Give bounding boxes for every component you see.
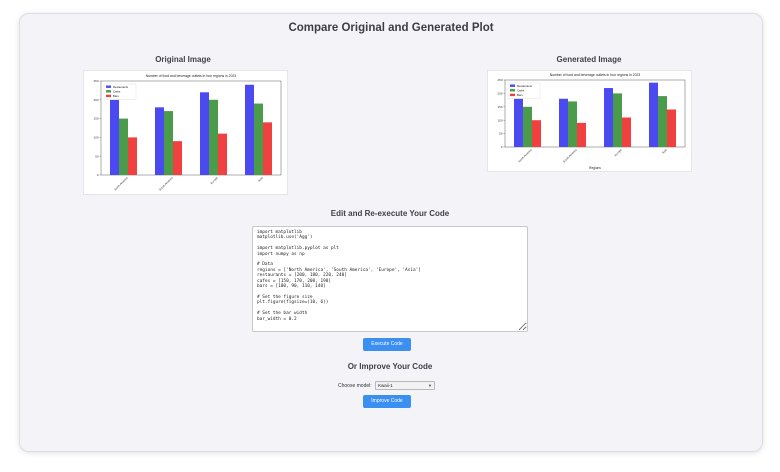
- bar-bars: [173, 141, 182, 175]
- y-tick-label: 250: [93, 79, 98, 83]
- bar-restaurants: [559, 98, 568, 147]
- y-tick-label: 150: [93, 117, 98, 121]
- generated-plot-image: Number of food and beverage outlets in f…: [487, 70, 692, 172]
- chart-title: Number of food and beverage outlets in f…: [550, 73, 641, 77]
- bar-bars: [218, 133, 227, 175]
- bar-bars: [577, 122, 586, 147]
- bar-cafes: [209, 99, 218, 175]
- legend-entry: Cafes: [517, 88, 525, 92]
- bar-restaurants: [200, 92, 209, 175]
- bar-bars: [667, 109, 676, 147]
- legend-entry: Bars: [517, 93, 523, 97]
- x-tick-label: Europe: [209, 176, 219, 186]
- improve-code-button[interactable]: Improve Code: [363, 395, 411, 408]
- legend-entry: Restaurants: [517, 84, 533, 88]
- legend-entry: Bars: [113, 94, 119, 98]
- y-tick-label: 0: [97, 173, 99, 177]
- bar-cafes: [164, 111, 173, 175]
- y-tick-label: 100: [497, 118, 502, 122]
- bar-cafes: [658, 96, 667, 147]
- compare-card: Compare Original and Generated Plot Orig…: [19, 13, 763, 452]
- x-tick-label: Asia: [257, 176, 264, 183]
- y-tick-label: 50: [499, 132, 503, 136]
- bar-restaurants: [245, 84, 254, 175]
- chevron-down-icon: ▼: [428, 383, 432, 388]
- x-tick-label: North America: [113, 176, 129, 192]
- legend-swatch: [106, 94, 111, 98]
- model-select[interactable]: Kwaii-1 ▼: [375, 381, 435, 390]
- legend-swatch: [510, 84, 515, 87]
- page-title: Compare Original and Generated Plot: [288, 22, 494, 34]
- original-bar-chart: Number of food and beverage outlets in f…: [93, 74, 282, 192]
- y-tick-label: 50: [95, 154, 99, 158]
- legend-entry: Restaurants: [113, 85, 129, 89]
- x-tick-label: South America: [562, 148, 578, 164]
- chart-title: Number of food and beverage outlets in f…: [146, 74, 237, 78]
- bar-cafes: [568, 101, 577, 147]
- x-tick-label: North America: [517, 148, 533, 164]
- y-tick-label: 0: [501, 145, 503, 149]
- x-tick-label: Europe: [613, 148, 623, 158]
- editor-heading: Edit and Re-execute Your Code: [330, 209, 450, 218]
- bar-bars: [532, 120, 541, 147]
- bar-bars: [263, 122, 272, 175]
- x-axis-label: Regions: [589, 166, 601, 170]
- improve-heading: Or Improve Your Code: [347, 362, 433, 371]
- bar-restaurants: [110, 99, 119, 175]
- bar-bars: [128, 137, 137, 175]
- bar-restaurants: [649, 82, 658, 147]
- bar-cafes: [613, 93, 622, 147]
- original-plot-image: Number of food and beverage outlets in f…: [83, 70, 288, 195]
- bar-restaurants: [155, 107, 164, 175]
- code-editor[interactable]: [252, 226, 528, 332]
- y-tick-label: 100: [93, 136, 98, 140]
- execute-code-button[interactable]: Execute Code: [363, 338, 411, 351]
- generated-heading: Generated Image: [556, 55, 622, 64]
- y-tick-label: 200: [497, 92, 502, 96]
- y-tick-label: 200: [93, 98, 98, 102]
- bar-cafes: [254, 103, 263, 175]
- legend-swatch: [106, 85, 111, 88]
- x-tick-label: Asia: [661, 148, 668, 155]
- legend-swatch: [510, 93, 515, 97]
- original-heading: Original Image: [155, 55, 211, 64]
- bar-restaurants: [604, 88, 613, 147]
- legend-swatch: [510, 89, 515, 92]
- generated-bar-chart: Number of food and beverage outlets in f…: [497, 73, 686, 170]
- bar-bars: [622, 117, 631, 147]
- x-tick-label: South America: [158, 176, 174, 192]
- y-tick-label: 150: [497, 105, 502, 109]
- bar-cafes: [119, 118, 128, 175]
- legend-swatch: [106, 90, 111, 93]
- model-select-value: Kwaii-1: [378, 383, 393, 388]
- model-label: Choose model:: [338, 383, 372, 389]
- y-tick-label: 250: [497, 78, 502, 82]
- legend-entry: Cafes: [113, 89, 121, 93]
- bar-cafes: [523, 106, 532, 147]
- bar-restaurants: [514, 93, 523, 147]
